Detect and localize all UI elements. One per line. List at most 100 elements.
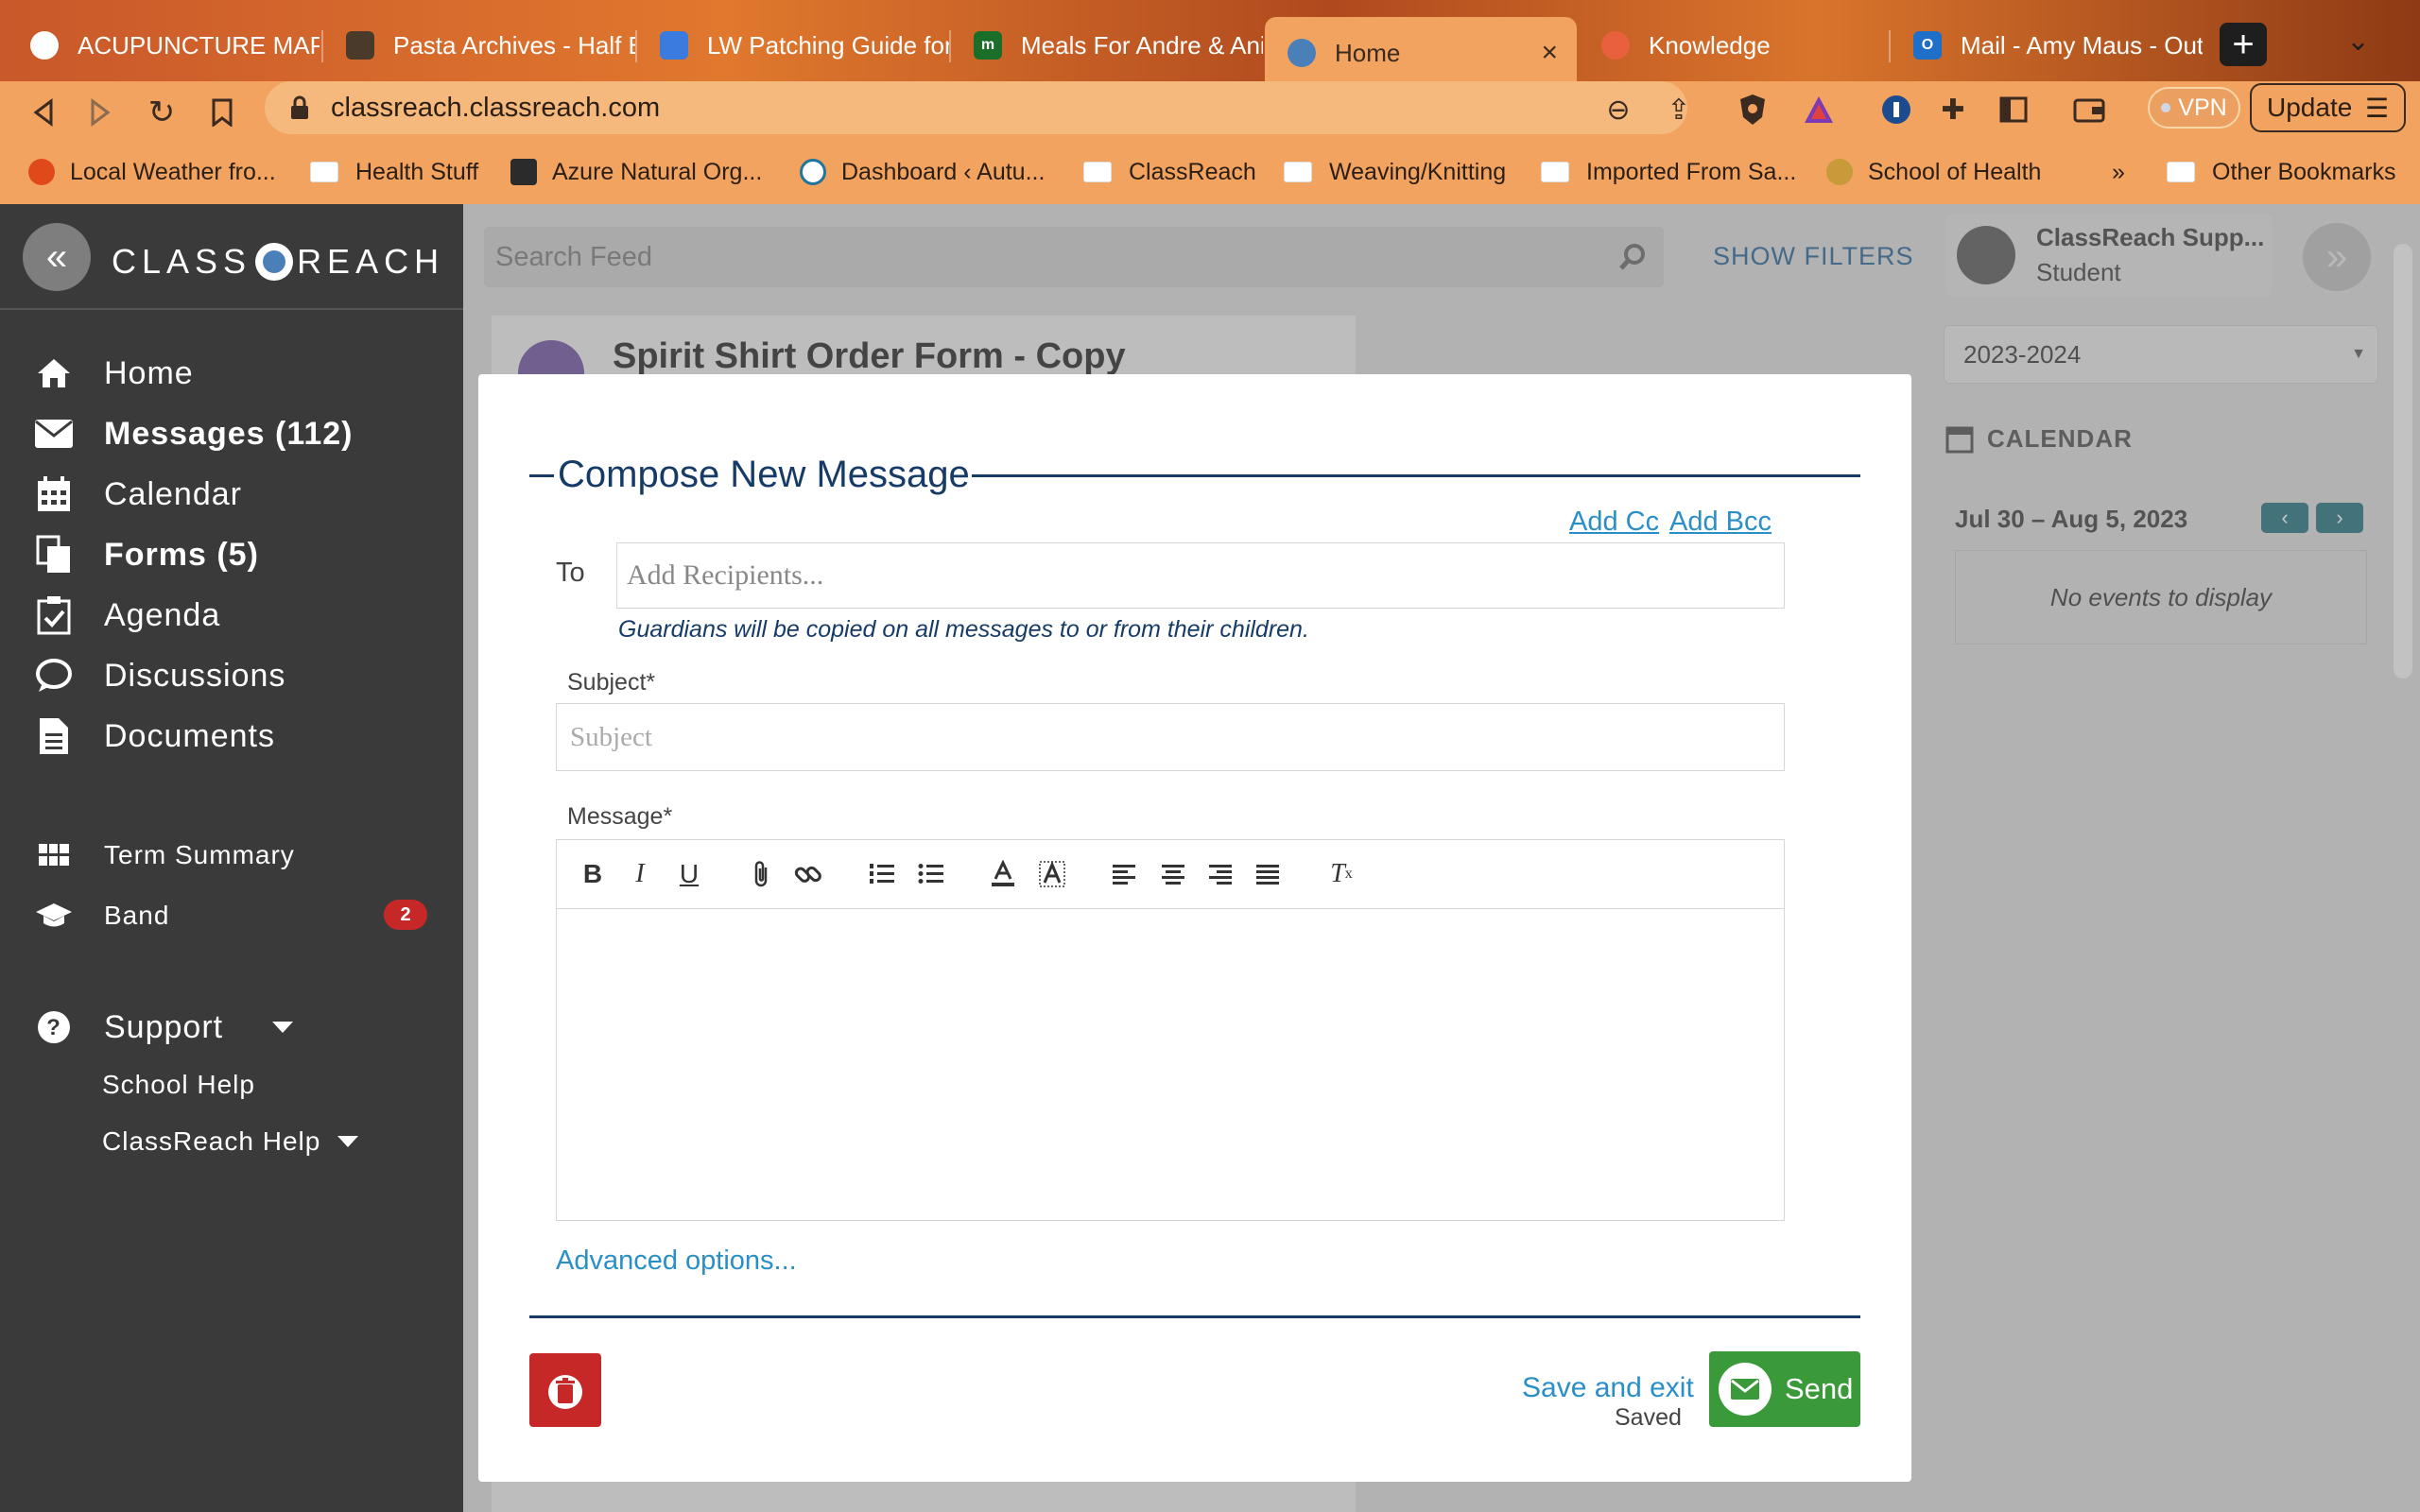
vpn-button[interactable]: VPN <box>2148 87 2240 129</box>
bookmark-folder[interactable]: Imported From Sa... <box>1541 153 1796 191</box>
compose-title: Compose New Message <box>556 454 972 496</box>
sidebar-item-home[interactable]: Home <box>34 353 194 393</box>
sidebar-item-label: Agenda <box>104 596 221 633</box>
azure-icon <box>510 159 537 185</box>
browser-tab[interactable]: Pasta Archives - Half B <box>323 17 635 74</box>
bookmark-icon[interactable] <box>199 89 246 136</box>
update-button[interactable]: Update ☰ <box>2250 83 2406 132</box>
close-icon[interactable]: × <box>1541 37 1558 69</box>
subject-input[interactable]: Subject <box>556 703 1785 771</box>
align-center-icon[interactable] <box>1157 858 1189 890</box>
text-color-icon[interactable] <box>987 858 1019 890</box>
reload-icon[interactable]: ↻ <box>138 89 185 136</box>
browser-tab[interactable]: Knowledge <box>1579 17 1891 74</box>
classreach-icon <box>1288 39 1316 67</box>
sidebar-item-messages[interactable]: Messages (112) <box>34 414 354 454</box>
sidebar-item-school-help[interactable]: School Help <box>102 1070 255 1100</box>
bookmark-folder[interactable]: Other Bookmarks <box>2167 153 2396 191</box>
sidebar-item-documents[interactable]: Documents <box>34 716 275 756</box>
sidebar-item-label: School Help <box>102 1070 255 1099</box>
send-button[interactable]: Send <box>1709 1351 1860 1427</box>
attachment-icon[interactable] <box>745 858 777 890</box>
share-icon[interactable]: ⇪ <box>1660 91 1698 129</box>
underline-icon[interactable]: U <box>673 858 705 890</box>
sidebar-item-agenda[interactable]: Agenda <box>34 595 220 635</box>
password-manager-icon[interactable] <box>1877 91 1915 129</box>
update-label: Update <box>2267 93 2353 122</box>
bookmark-item[interactable]: School of Health <box>1826 153 2041 191</box>
address-bar[interactable]: classreach.classreach.com <box>265 81 1687 134</box>
sidebar-item-label: Documents <box>104 717 275 754</box>
clear-formatting-icon[interactable]: Tx <box>1325 858 1357 890</box>
bold-icon[interactable]: B <box>577 858 609 890</box>
lock-icon <box>291 95 308 119</box>
wallet-icon[interactable] <box>2070 91 2108 129</box>
bookmark-item[interactable]: Local Weather fro... <box>28 153 276 191</box>
bookmark-item[interactable]: Dashboard ‹ Autu... <box>800 153 1045 191</box>
bookmark-folder[interactable]: Health Stuff <box>310 153 478 191</box>
sidebar-item-band[interactable]: Band <box>34 896 169 936</box>
italic-icon[interactable]: I <box>624 858 656 890</box>
highlight-color-icon[interactable] <box>1036 858 1068 890</box>
bookmark-item[interactable]: Azure Natural Org... <box>510 153 762 191</box>
back-icon[interactable] <box>19 89 66 136</box>
envelope-icon <box>1719 1363 1772 1416</box>
zoom-icon[interactable]: ⊖ <box>1599 91 1637 129</box>
sidebar-item-label: Messages (112) <box>104 415 354 452</box>
sidebar-item-discussions[interactable]: Discussions <box>34 656 285 696</box>
bookmark-label: ClassReach <box>1129 158 1256 185</box>
meal-icon: m <box>974 31 1002 60</box>
bookmark-label: Imported From Sa... <box>1586 158 1797 185</box>
scrollbar[interactable] <box>2394 244 2412 679</box>
home-icon <box>34 353 74 393</box>
docs-icon <box>660 31 688 60</box>
delete-draft-button[interactable] <box>529 1353 601 1427</box>
browser-tab[interactable]: O Mail - Amy Maus - Out <box>1891 17 2203 74</box>
extensions-icon[interactable]: ✚ <box>1934 91 1972 129</box>
browser-tab[interactable]: LW Patching Guide for <box>637 17 949 74</box>
site-icon <box>346 31 374 60</box>
advanced-options-link[interactable]: Advanced options... <box>556 1246 797 1277</box>
hubspot-icon <box>1601 31 1630 60</box>
align-justify-icon[interactable] <box>1252 858 1284 890</box>
sidebar-item-forms[interactable]: Forms (5) <box>34 535 259 575</box>
save-and-exit-link[interactable]: Save and exit <box>1522 1372 1694 1404</box>
new-tab-button[interactable]: + <box>2220 23 2267 66</box>
tab-label: ACUPUNCTURE MAP A <box>78 30 320 60</box>
add-bcc-link[interactable]: Add Bcc <box>1669 507 1772 538</box>
ordered-list-icon[interactable] <box>866 858 898 890</box>
browser-tab[interactable]: ACUPUNCTURE MAP A <box>8 17 320 74</box>
outlook-icon: O <box>1913 31 1942 60</box>
folder-icon <box>1541 162 1569 182</box>
logo-text: CLASS <box>112 242 252 281</box>
bookmarks-overflow[interactable]: » <box>2112 153 2125 191</box>
bookmark-label: Dashboard ‹ Autu... <box>841 158 1046 185</box>
speech-bubble-icon <box>34 656 74 696</box>
recipients-input[interactable]: Add Recipients... <box>616 542 1785 609</box>
bookmark-folder[interactable]: Weaving/Knitting <box>1284 153 1506 191</box>
bookmark-label: Azure Natural Org... <box>552 158 763 185</box>
browser-tab[interactable]: m Meals For Andre & Ania <box>951 17 1263 74</box>
brave-shield-icon[interactable] <box>1734 91 1772 129</box>
bullet-list-icon[interactable] <box>915 858 947 890</box>
sidebar-item-calendar[interactable]: Calendar <box>34 474 242 514</box>
globe-icon <box>30 31 59 60</box>
collapse-sidebar-button[interactable]: « <box>23 223 91 291</box>
send-label: Send <box>1785 1372 1854 1405</box>
sidebar-item-term-summary[interactable]: Term Summary <box>34 835 295 875</box>
bookmark-folder[interactable]: ClassReach <box>1083 153 1256 191</box>
chevron-down-icon[interactable]: ⌄ <box>2346 25 2370 58</box>
calendar-icon <box>34 474 74 514</box>
link-icon[interactable] <box>792 858 824 890</box>
add-cc-link[interactable]: Add Cc <box>1569 507 1659 538</box>
forward-icon[interactable] <box>78 89 125 136</box>
align-left-icon[interactable] <box>1108 858 1140 890</box>
sidebar-icon[interactable] <box>1995 91 2032 129</box>
brave-rewards-icon[interactable] <box>1800 91 1838 129</box>
envelope-icon <box>34 414 74 454</box>
align-right-icon[interactable] <box>1204 858 1236 890</box>
sidebar-item-classreach-help[interactable]: ClassReach Help <box>102 1126 359 1157</box>
sidebar-item-support[interactable]: ? Support <box>34 1007 294 1047</box>
sidebar-item-label: Band <box>104 901 170 930</box>
browser-tab-active[interactable]: Home × <box>1265 17 1577 89</box>
